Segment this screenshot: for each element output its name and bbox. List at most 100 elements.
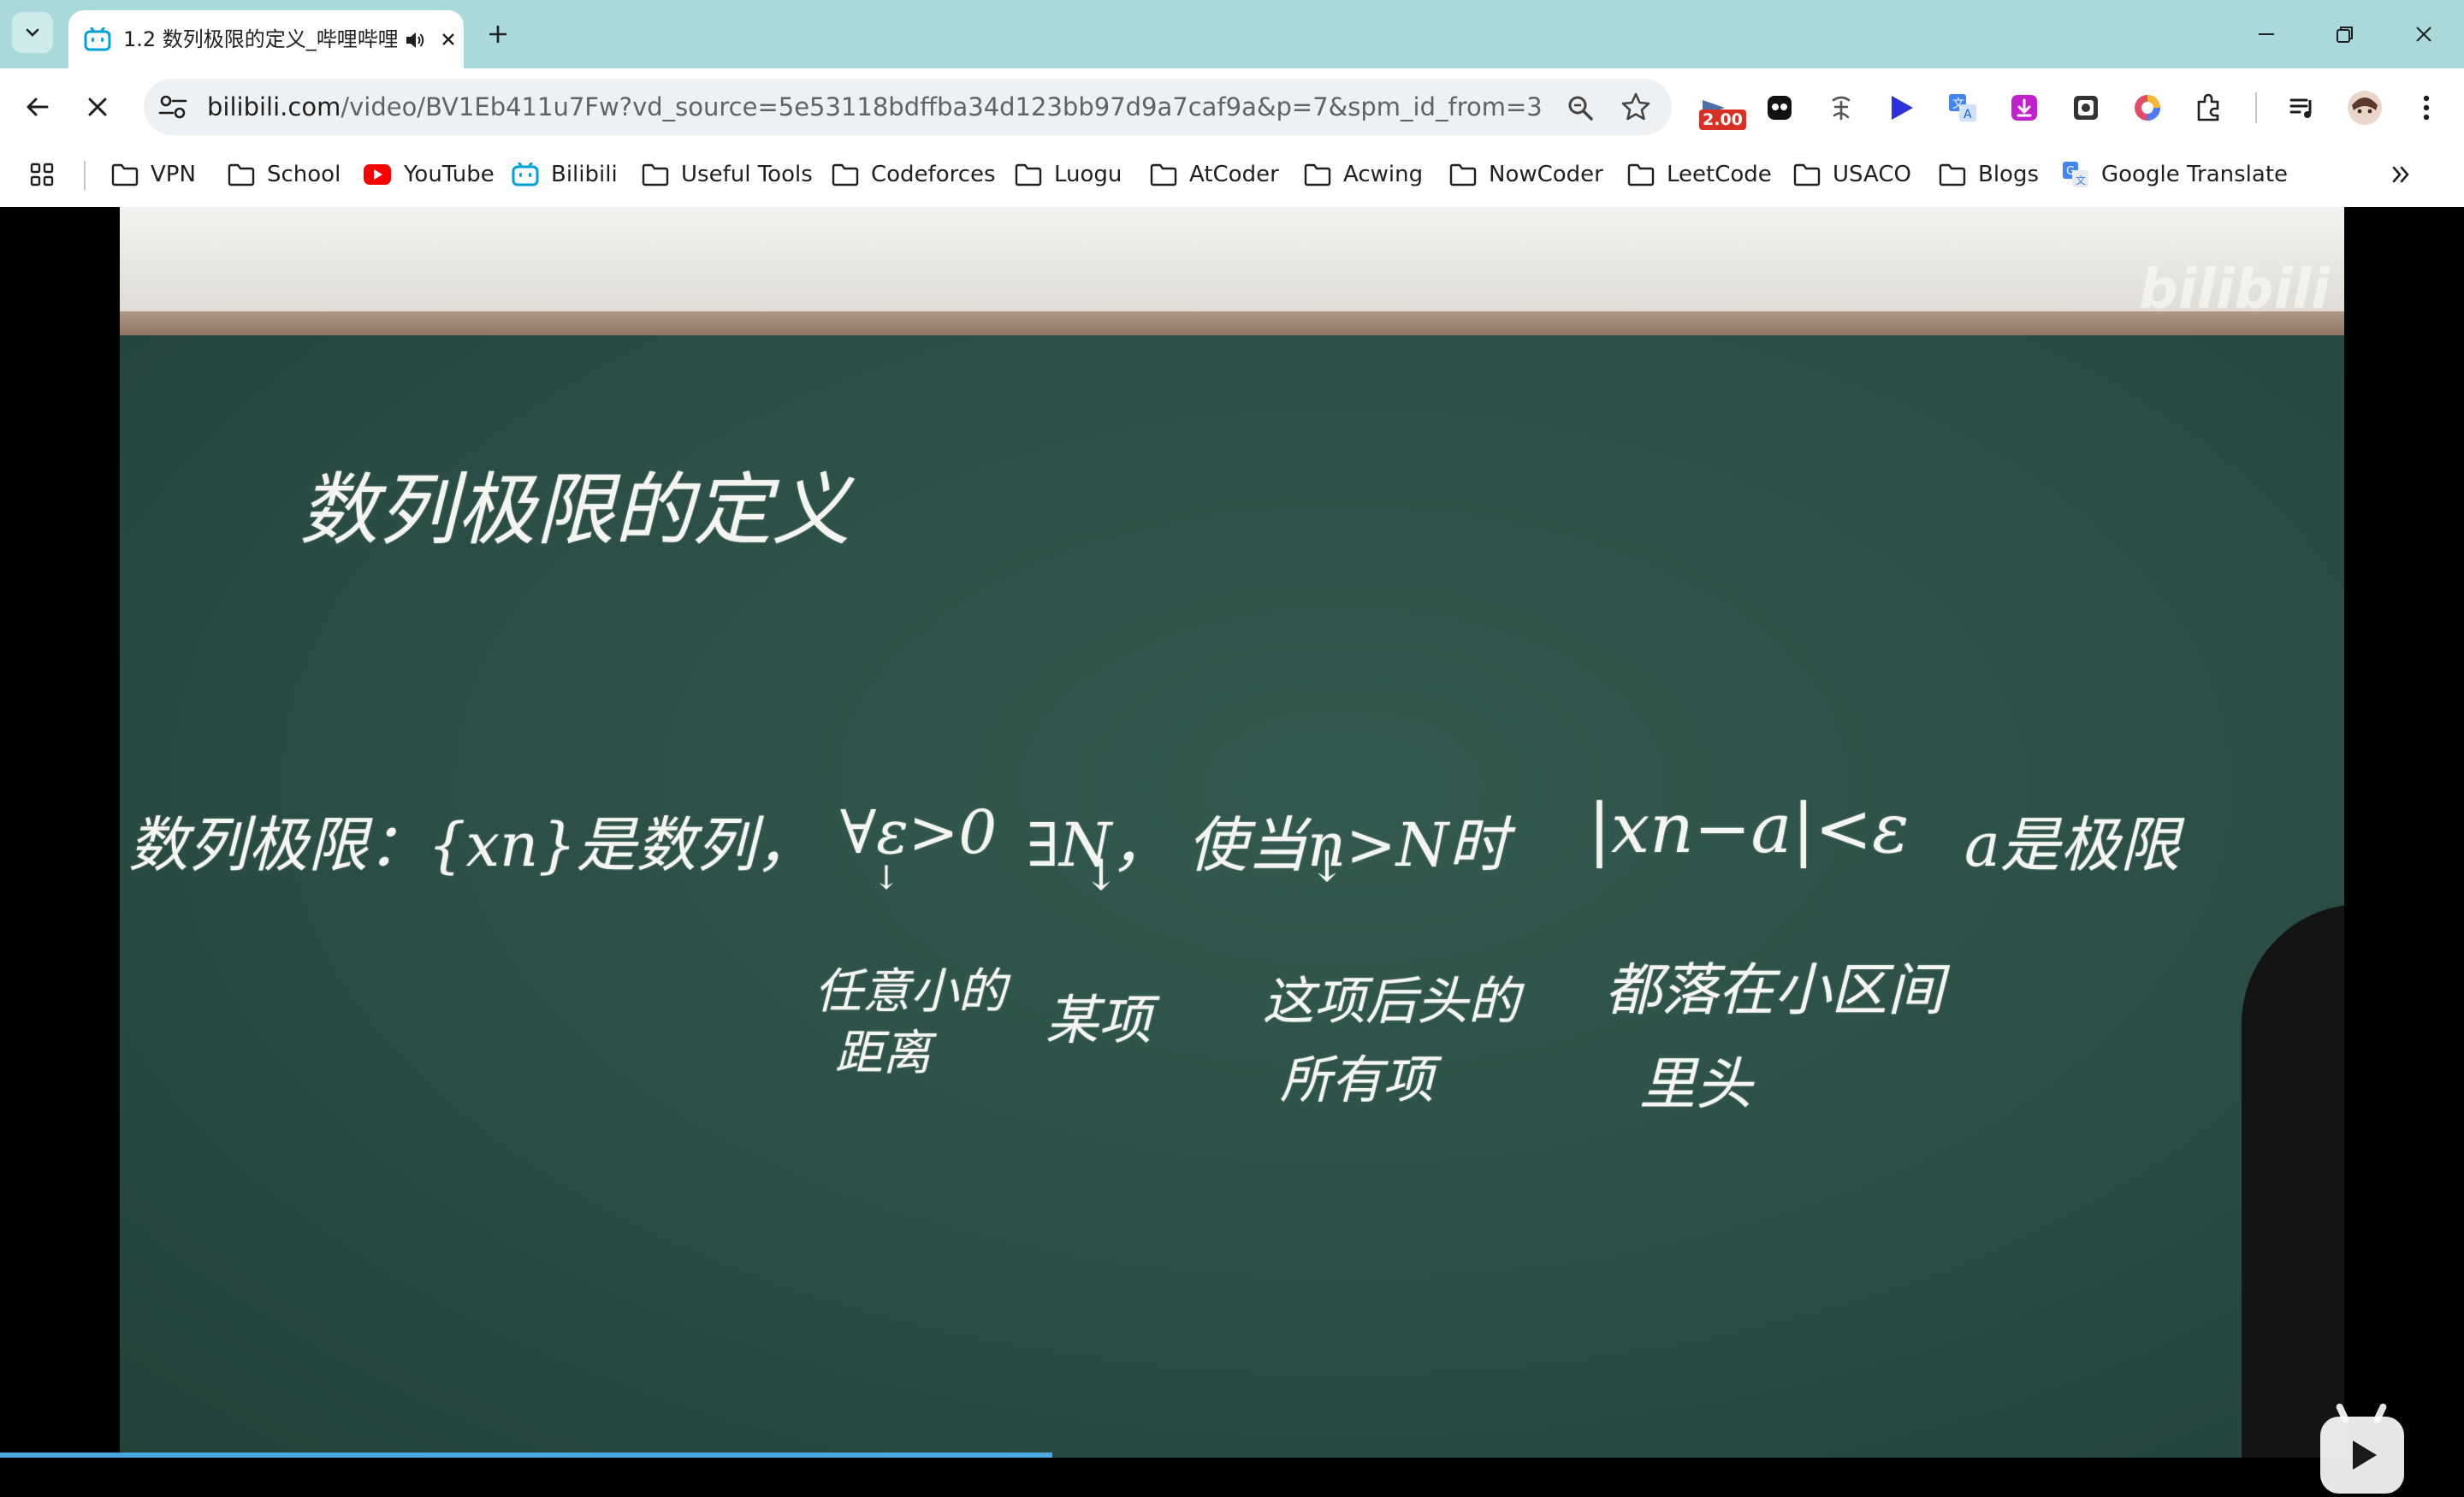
bookmark-luogu[interactable]: Luogu (1015, 157, 1122, 192)
bookmark-usaco[interactable]: USACO (1793, 157, 1911, 192)
bookmark-vpn[interactable]: VPN (111, 157, 196, 192)
extensions-menu-button[interactable] (2190, 89, 2228, 127)
bookmark-google-translate[interactable]: G文 Google Translate (2062, 157, 2288, 192)
bookmark-acwing[interactable]: Acwing (1304, 157, 1423, 192)
color-wheel-icon (2135, 95, 2160, 121)
folder-icon (228, 163, 255, 186)
play-icon (2353, 1441, 2377, 1470)
folder-icon (1449, 163, 1477, 186)
bookmark-youtube[interactable]: YouTube (363, 157, 495, 192)
bookmark-useful-tools[interactable]: Useful Tools (642, 157, 813, 192)
bookmark-blogs[interactable]: Blogs (1939, 157, 2039, 192)
svg-text:A: A (1964, 108, 1972, 121)
apps-button[interactable] (29, 157, 55, 192)
google-translate-icon: G文 (2063, 162, 2088, 187)
bookmark-label: Acwing (1343, 162, 1424, 187)
svg-text:G: G (2066, 165, 2075, 178)
page-load-progress (0, 1453, 1052, 1458)
bookmark-label: Luogu (1054, 162, 1122, 187)
folder-icon (1939, 163, 1966, 186)
more-bookmarks-button[interactable] (2389, 157, 2413, 192)
board-def-label: 数列极限：{xn}是数列， (128, 810, 816, 880)
translate-char-icon (1832, 96, 1851, 121)
bookmark-leetcode[interactable]: LeetCode (1627, 157, 1772, 192)
bilibili-play-icon[interactable] (2320, 1402, 2404, 1494)
bookmark-atcoder[interactable]: AtCoder (1150, 157, 1279, 192)
extension-ghost[interactable] (1761, 89, 1798, 127)
bookmark-label: USACO (1833, 162, 1911, 187)
plus-icon (489, 26, 506, 43)
media-queue-icon (2289, 98, 2312, 118)
media-controls-button[interactable] (2284, 89, 2322, 127)
minimize-button[interactable] (2236, 14, 2296, 55)
arrow-mark: ↓ (873, 859, 900, 896)
svg-text:文: 文 (2076, 174, 2086, 186)
board-forall-eps: ∀ε>0 (840, 797, 997, 867)
youtube-icon (364, 164, 391, 185)
note-interval-2: 里头 (1639, 1051, 1752, 1117)
extension-chinese-converter[interactable] (1822, 89, 1860, 127)
zoom-icon[interactable] (1566, 93, 1595, 122)
close-tab-button[interactable] (435, 26, 462, 53)
bookmark-bilibili[interactable]: Bilibili (512, 157, 618, 192)
restore-icon (2337, 27, 2353, 43)
back-button[interactable] (17, 86, 58, 127)
bookmark-label: Blogs (1978, 162, 2040, 187)
video-ceiling (120, 207, 2344, 318)
extension-downloader[interactable] (2005, 89, 2043, 127)
video-player[interactable]: bilibili 数列极限的定义 数列极限：{xn}是数列， ∀ε>0 ∃N， … (0, 207, 2464, 1494)
speed-badge: 2.00 (1699, 109, 1746, 130)
svg-text:文: 文 (1952, 98, 1964, 111)
board-title: 数列极限的定义 (299, 464, 851, 556)
browser-menu-button[interactable] (2408, 89, 2445, 127)
extension-reader[interactable] (2067, 89, 2105, 127)
note-eps-2: 距离 (835, 1026, 931, 1081)
bookmark-star-icon[interactable] (1620, 92, 1651, 122)
profile-avatar-button[interactable] (2346, 89, 2384, 127)
note-after-1: 这项后头的 (1263, 972, 1519, 1032)
address-bar[interactable]: bilibili.com/video/BV1Eb411u7Fw?vd_sourc… (144, 79, 1672, 135)
tab-search-button[interactable] (12, 12, 53, 53)
extension-video-speed[interactable]: 2.00 (1699, 89, 1746, 130)
folder-icon (1015, 163, 1042, 186)
active-tab[interactable]: 1.2 数列极限的定义_哔哩哔哩 (68, 10, 464, 68)
note-after-2: 所有项 (1280, 1050, 1434, 1110)
extension-translate[interactable]: 文A (1944, 89, 1981, 127)
blackboard-rail (120, 311, 2344, 337)
close-icon (442, 33, 454, 45)
extension-color-picker[interactable] (2129, 89, 2166, 127)
bookmark-label: VPN (151, 162, 196, 187)
note-eps-1: 任意小的 (814, 964, 1006, 1020)
bilibili-icon (84, 27, 111, 51)
folder-icon (832, 163, 859, 186)
bookmark-label: School (267, 162, 341, 187)
folder-icon (111, 163, 139, 186)
lecturer-silhouette (2242, 904, 2344, 1458)
restore-button[interactable] (2315, 14, 2375, 55)
stop-loading-button[interactable] (77, 86, 118, 127)
bookmark-label: NowCoder (1489, 162, 1603, 187)
download-icon (2011, 95, 2037, 121)
url-text[interactable]: bilibili.com/video/BV1Eb411u7Fw?vd_sourc… (207, 92, 1542, 121)
tab-title: 1.2 数列极限的定义_哔哩哔哩 (123, 27, 397, 51)
board-abs-inequality: |xn−a|<ε (1588, 789, 1910, 868)
close-window-button[interactable] (2394, 14, 2454, 55)
board-a-limit: a是极限 (1964, 810, 2180, 880)
folder-icon (1150, 163, 1177, 186)
minimize-icon (2259, 33, 2274, 35)
bookmark-nowcoder[interactable]: NowCoder (1449, 157, 1603, 192)
arrow-left-icon (27, 98, 49, 116)
note-interval-1: 都落在小区间 (1605, 957, 1944, 1023)
arrow-mark: ↓ (1309, 842, 1345, 891)
site-settings-icon[interactable] (157, 93, 188, 121)
reader-icon (2074, 96, 2098, 120)
new-tab-button[interactable] (481, 17, 515, 51)
folder-icon (1627, 163, 1655, 186)
speaker-icon[interactable] (404, 29, 426, 51)
bookmark-school[interactable]: School (228, 157, 341, 192)
extension-player[interactable] (1882, 89, 1920, 127)
bookmark-codeforces[interactable]: Codeforces (832, 157, 996, 192)
close-icon (88, 98, 107, 116)
more-vertical-icon (2423, 95, 2430, 121)
bilibili-icon (512, 163, 539, 186)
